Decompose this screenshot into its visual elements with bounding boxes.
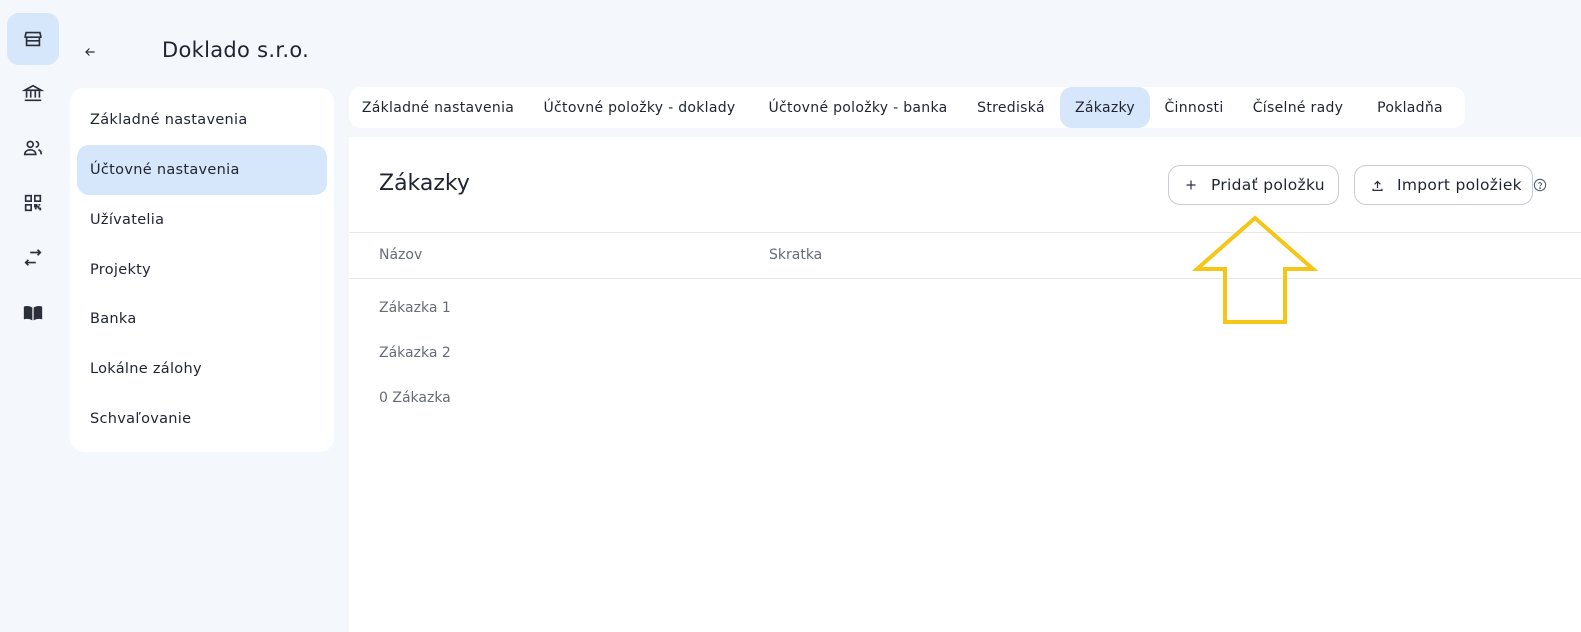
help-icon[interactable] xyxy=(1533,177,1547,192)
import-items-button[interactable]: Import položiek xyxy=(1354,165,1533,205)
company-name: Doklado s.r.o. xyxy=(162,38,310,62)
sidebar-item-uctovne-nastavenia[interactable]: Účtovné nastavenia xyxy=(77,145,327,195)
icon-rail xyxy=(0,0,66,632)
tab-ciselne-rady[interactable]: Číselné rady xyxy=(1238,87,1358,128)
annotation-arrow xyxy=(1192,215,1318,324)
tab-bar: Základné nastavenia Účtovné položky - do… xyxy=(349,87,1465,128)
table-row[interactable]: Zákazka 1 xyxy=(379,300,451,316)
column-header-nazov: Názov xyxy=(379,247,423,263)
sidebar-item-uzivatelia[interactable]: Užívatelia xyxy=(77,195,327,245)
table-row[interactable]: Zákazka 2 xyxy=(379,345,451,361)
settings-sidebar: Základné nastavenia Účtovné nastavenia U… xyxy=(70,88,334,452)
tab-uctovne-polozky-doklady[interactable]: Účtovné položky - doklady xyxy=(527,87,752,128)
page-title: Zákazky xyxy=(379,171,470,196)
qr-code-icon[interactable] xyxy=(7,177,59,229)
table-row[interactable]: 0 Zákazka xyxy=(379,390,451,406)
bank-icon[interactable] xyxy=(7,67,59,119)
sidebar-item-zakladne-nastavenia[interactable]: Základné nastavenia xyxy=(77,95,327,145)
sidebar-item-projekty[interactable]: Projekty xyxy=(77,245,327,295)
store-icon[interactable] xyxy=(7,13,59,65)
users-icon[interactable] xyxy=(7,122,59,174)
tab-zakladne-nastavenia[interactable]: Základné nastavenia xyxy=(349,87,527,128)
book-icon[interactable] xyxy=(7,287,59,339)
tab-cinnosti[interactable]: Činnosti xyxy=(1152,87,1236,128)
transfer-icon[interactable] xyxy=(7,232,59,284)
header-divider-bottom xyxy=(349,278,1581,279)
add-item-label: Pridať položku xyxy=(1211,176,1325,194)
sidebar-item-schvalovanie[interactable]: Schvaľovanie xyxy=(77,394,327,444)
tab-strediska[interactable]: Strediská xyxy=(964,87,1058,128)
upload-icon xyxy=(1371,177,1387,193)
add-item-button[interactable]: Pridať položku xyxy=(1168,165,1339,205)
header-divider xyxy=(349,232,1581,233)
tab-zakazky[interactable]: Zákazky xyxy=(1060,87,1150,128)
sidebar-item-banka[interactable]: Banka xyxy=(77,294,327,344)
sidebar-item-lokalne-zalohy[interactable]: Lokálne zálohy xyxy=(77,344,327,394)
back-arrow-icon[interactable] xyxy=(78,40,102,64)
tab-pokladna[interactable]: Pokladňa xyxy=(1358,87,1462,128)
main-panel: Zákazky Pridať položku Import položiek N… xyxy=(349,137,1581,632)
tab-uctovne-polozky-banka[interactable]: Účtovné položky - banka xyxy=(752,87,964,128)
column-header-skratka: Skratka xyxy=(769,247,823,263)
import-items-label: Import položiek xyxy=(1397,176,1522,194)
plus-icon xyxy=(1185,177,1201,193)
